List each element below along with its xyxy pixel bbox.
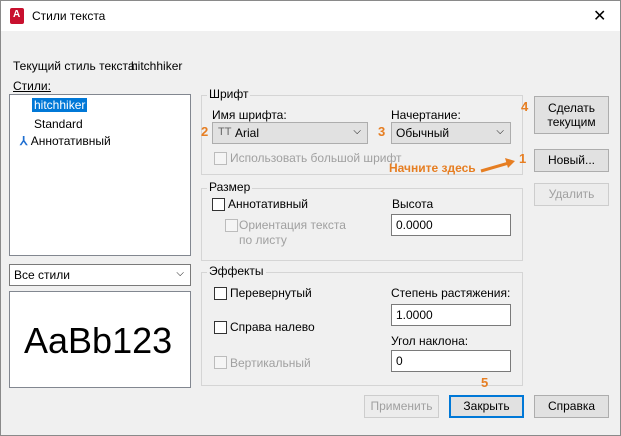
font-name-dropdown[interactable]: TT Arial ⌵ (212, 122, 368, 144)
current-style-label: Текущий стиль текста: (13, 59, 138, 73)
font-group-title: Шрифт (207, 87, 251, 101)
set-current-label-line1: Сделать (547, 101, 596, 115)
list-item-standard[interactable]: Standard (32, 117, 85, 131)
styles-label: Стили: (13, 79, 51, 93)
step-number-2: 2 (201, 124, 209, 139)
oblique-angle-value: 0 (396, 354, 403, 368)
size-group-title: Размер (207, 180, 253, 194)
font-name-value: Arial (235, 126, 260, 140)
vertical-checkbox[interactable] (214, 356, 227, 369)
chevron-down-icon: ⌵ (496, 126, 504, 137)
chevron-down-icon: ⌵ (176, 268, 184, 279)
font-style-label: Начертание: (391, 108, 461, 122)
backwards-label: Справа налево (230, 320, 315, 334)
width-factor-value: 1.0000 (396, 308, 433, 322)
width-factor-input[interactable]: 1.0000 (391, 304, 511, 326)
chevron-down-icon: ⌵ (353, 126, 361, 137)
help-button[interactable]: Справка (534, 395, 609, 418)
close-button[interactable]: Закрыть (449, 395, 524, 418)
styles-filter-dropdown[interactable]: Все стили ⌵ (9, 264, 191, 286)
orientation-label-line1: Ориентация текста (239, 218, 346, 232)
preview-text: AaBb123 (24, 320, 173, 361)
font-name-label: Имя шрифта: (212, 108, 287, 122)
upside-down-label: Перевернутый (230, 286, 312, 300)
big-font-label: Использовать большой шрифт (230, 151, 402, 165)
start-here-hint: Начните здесь (389, 161, 476, 175)
list-item-annotative[interactable]: ⅄ Аннотативный (18, 134, 113, 148)
height-label: Высота (392, 197, 434, 211)
effects-group-title: Эффекты (207, 264, 266, 278)
step-number-5: 5 (481, 375, 489, 390)
height-value: 0.0000 (396, 218, 433, 232)
new-style-button[interactable]: Новый... (534, 149, 609, 172)
orientation-label-line2: по листу (239, 233, 287, 247)
oblique-angle-label: Угол наклона: (391, 334, 469, 348)
current-style-value: hitchhiker (131, 59, 183, 73)
delete-style-button[interactable]: Удалить (534, 183, 609, 206)
oblique-angle-input[interactable]: 0 (391, 350, 511, 372)
annotative-label: Аннотативный (228, 197, 308, 211)
annotative-checkbox[interactable] (212, 198, 225, 211)
styles-filter-value: Все стили (14, 268, 70, 282)
font-style-dropdown[interactable]: Обычный ⌵ (391, 122, 511, 144)
set-current-label-line2: текущим (547, 115, 596, 129)
backwards-checkbox[interactable] (214, 321, 227, 334)
style-preview: AaBb123 (9, 291, 191, 388)
title-bar: A Стили текста ✕ (1, 1, 620, 31)
step-number-4: 4 (521, 99, 529, 114)
font-style-value: Обычный (396, 126, 450, 140)
set-current-button[interactable]: Сделать текущим (534, 96, 609, 134)
apply-button[interactable]: Применить (364, 395, 439, 418)
annotative-icon: ⅄ (20, 134, 28, 148)
hint-arrow-icon (480, 158, 515, 173)
step-number-3: 3 (378, 124, 386, 139)
styles-list[interactable]: hitchhiker Standard ⅄ Аннотативный (9, 94, 191, 256)
truetype-font-icon: TT (218, 126, 232, 138)
width-factor-label: Степень растяжения: (391, 286, 511, 300)
height-input[interactable]: 0.0000 (391, 214, 511, 236)
dialog-title: Стили текста (32, 9, 106, 23)
text-style-dialog: A Стили текста ✕ Текущий стиль текста: h… (0, 0, 621, 436)
big-font-checkbox[interactable] (214, 152, 227, 165)
close-icon[interactable]: ✕ (593, 6, 606, 26)
orientation-checkbox[interactable] (225, 219, 238, 232)
upside-down-checkbox[interactable] (214, 287, 227, 300)
autocad-app-icon: A (10, 8, 24, 24)
vertical-label: Вертикальный (230, 356, 311, 370)
list-item-hitchhiker[interactable]: hitchhiker (32, 98, 88, 112)
step-number-1: 1 (519, 151, 527, 166)
